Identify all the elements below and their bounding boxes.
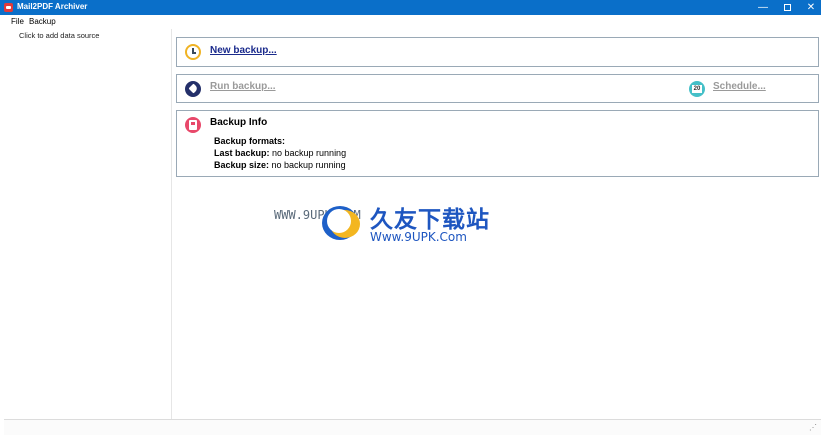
info-clipboard-icon bbox=[185, 117, 201, 133]
watermark: WWW.9UPK.COM 久友下载站 Www.9UPK.Com bbox=[174, 178, 526, 261]
app-logo-icon bbox=[4, 3, 13, 12]
resize-grip-icon[interactable]: ⋰ bbox=[809, 423, 817, 432]
maximize-icon bbox=[783, 4, 791, 11]
rocket-icon bbox=[185, 81, 201, 97]
watermark-url: Www.9UPK.Com bbox=[370, 230, 467, 244]
watermark-logo-icon bbox=[322, 206, 362, 240]
backup-size-label: Backup size: bbox=[214, 160, 270, 170]
new-backup-card: New backup... bbox=[176, 37, 819, 67]
status-bar: ⋰ bbox=[4, 419, 821, 435]
close-button[interactable]: ✕ bbox=[798, 0, 821, 15]
maximize-button[interactable] bbox=[774, 0, 800, 15]
calendar-icon bbox=[689, 81, 705, 97]
window-title: Mail2PDF Archiver bbox=[17, 2, 88, 11]
backup-info-card: Backup Info Backup formats: Last backup:… bbox=[176, 110, 819, 177]
clock-icon bbox=[185, 44, 201, 60]
last-backup-value: no backup running bbox=[269, 148, 347, 158]
schedule-link[interactable]: Schedule... bbox=[713, 81, 766, 92]
last-backup-label: Last backup: bbox=[214, 148, 270, 158]
new-backup-link[interactable]: New backup... bbox=[210, 45, 277, 56]
title-bar: Mail2PDF Archiver — ✕ bbox=[0, 0, 821, 15]
backup-formats-row: Backup formats: bbox=[214, 136, 285, 146]
menu-backup[interactable]: Backup bbox=[29, 17, 56, 26]
menu-file[interactable]: File bbox=[11, 17, 24, 26]
run-backup-link[interactable]: Run backup... bbox=[210, 81, 276, 92]
backup-size-value: no backup running bbox=[269, 160, 346, 170]
last-backup-row: Last backup: no backup running bbox=[214, 148, 346, 158]
watermark-cn-text: 久友下载站 bbox=[370, 207, 490, 233]
run-backup-card: Run backup... Schedule... bbox=[176, 74, 819, 103]
minimize-button[interactable]: — bbox=[750, 0, 776, 15]
backup-info-title: Backup Info bbox=[210, 117, 268, 128]
backup-formats-label: Backup formats: bbox=[214, 136, 286, 146]
backup-size-row: Backup size: no backup running bbox=[214, 160, 346, 170]
menu-bar: File Backup bbox=[0, 15, 821, 29]
add-data-source-link[interactable]: Click to add data source bbox=[19, 31, 99, 40]
data-source-panel: Click to add data source bbox=[4, 29, 172, 419]
